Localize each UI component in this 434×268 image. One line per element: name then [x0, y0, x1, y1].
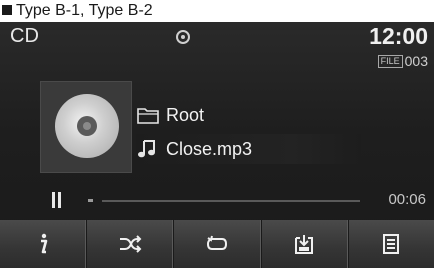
track-info: Root Close.mp3	[136, 100, 361, 164]
playback-row: 00:06	[52, 190, 432, 214]
progress-bar[interactable]	[102, 200, 360, 202]
shuffle-icon	[119, 235, 142, 253]
head-unit-screen: CD 12:00 FILE 003 Root Close.mp3 00:06	[0, 22, 434, 268]
song-row: Close.mp3	[136, 134, 361, 164]
caption-text: Type B-1, Type B-2	[16, 2, 153, 19]
file-badge: FILE	[377, 54, 403, 68]
repeat-icon	[206, 235, 228, 250]
music-note-icon	[138, 140, 155, 158]
folder-icon	[137, 108, 159, 124]
album-art	[40, 81, 132, 173]
file-indicator: FILE 003	[377, 53, 428, 69]
folder-row: Root	[136, 100, 361, 130]
list-button[interactable]	[347, 220, 434, 268]
disc-indicator-icon	[176, 30, 190, 44]
folder-name: Root	[166, 104, 205, 125]
info-button[interactable]	[0, 220, 87, 268]
info-icon	[40, 233, 47, 254]
elapsed-time: 00:06	[388, 191, 426, 208]
source-label: CD	[10, 25, 39, 47]
clock: 12:00	[369, 23, 428, 49]
copy-icon	[295, 235, 314, 254]
progress-marker	[88, 199, 93, 202]
list-icon	[383, 234, 400, 254]
file-number: 003	[404, 53, 428, 69]
figure-caption: Type B-1, Type B-2	[2, 0, 153, 22]
softkey-bar	[0, 220, 434, 268]
repeat-button[interactable]	[173, 220, 261, 268]
copy-button[interactable]	[260, 220, 348, 268]
pause-icon[interactable]	[52, 192, 62, 208]
song-title: Close.mp3	[166, 138, 253, 159]
bullet-square-icon	[2, 5, 12, 15]
shuffle-button[interactable]	[86, 220, 174, 268]
cd-disc-icon	[55, 94, 119, 158]
